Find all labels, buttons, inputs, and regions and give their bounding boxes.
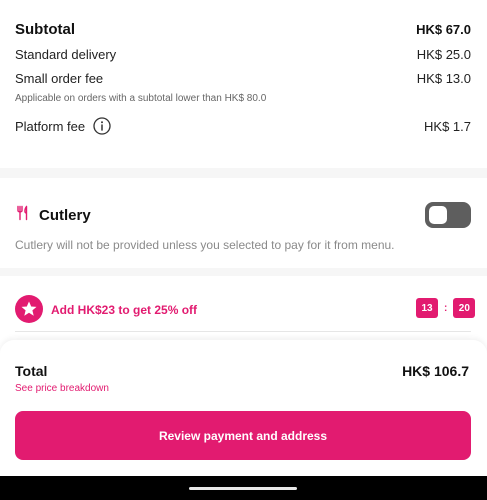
cutlery-icon bbox=[15, 205, 31, 226]
section-divider bbox=[0, 168, 487, 178]
small-order-note: Applicable on orders with a subtotal low… bbox=[15, 93, 267, 104]
price-summary: Subtotal HK$ 67.0 Standard delivery HK$ … bbox=[0, 0, 487, 168]
total-value: HK$ 106.7 bbox=[402, 363, 469, 379]
cutlery-description: Cutlery will not be provided unless you … bbox=[15, 238, 395, 252]
subtotal-value: HK$ 67.0 bbox=[416, 22, 471, 37]
star-icon bbox=[15, 295, 43, 323]
timer-separator: : bbox=[444, 302, 448, 314]
promo-timer: 13 : 20 bbox=[416, 298, 476, 318]
promo-text: Add HK$23 to get 25% off bbox=[51, 303, 198, 317]
price-breakdown-link[interactable]: See price breakdown bbox=[15, 383, 109, 394]
review-payment-button[interactable]: Review payment and address bbox=[15, 411, 471, 460]
small-order-value: HK$ 13.0 bbox=[416, 71, 471, 86]
small-order-row: Small order fee HK$ 13.0 bbox=[15, 71, 471, 86]
delivery-value: HK$ 25.0 bbox=[416, 47, 471, 62]
cutlery-header: Cutlery bbox=[15, 205, 91, 226]
total-label: Total bbox=[15, 363, 48, 379]
small-order-label: Small order fee bbox=[15, 71, 104, 86]
info-icon[interactable] bbox=[93, 117, 111, 135]
promo-banner[interactable]: Add HK$23 to get 25% off 13 : 20 bbox=[0, 276, 487, 332]
divider bbox=[15, 331, 471, 332]
subtotal-row: Subtotal HK$ 67.0 bbox=[15, 21, 471, 38]
platform-fee-row: Platform fee HK$ 1.7 bbox=[15, 117, 471, 135]
toggle-knob bbox=[429, 206, 447, 224]
platform-fee-value: HK$ 1.7 bbox=[424, 118, 471, 134]
platform-fee-label-wrap: Platform fee bbox=[15, 117, 111, 135]
cutlery-section: Cutlery Cutlery will not be provided unl… bbox=[0, 178, 487, 268]
cutlery-toggle[interactable] bbox=[425, 202, 471, 228]
system-navigation-bar bbox=[0, 476, 487, 500]
section-divider bbox=[0, 268, 487, 276]
platform-fee-label: Platform fee bbox=[15, 118, 86, 134]
checkout-footer: Total HK$ 106.7 See price breakdown Revi… bbox=[0, 340, 487, 476]
delivery-row: Standard delivery HK$ 25.0 bbox=[15, 47, 471, 62]
timer-minutes: 13 bbox=[416, 298, 438, 318]
home-indicator[interactable] bbox=[189, 487, 297, 490]
cutlery-title: Cutlery bbox=[39, 207, 91, 224]
delivery-label: Standard delivery bbox=[15, 47, 117, 62]
subtotal-label: Subtotal bbox=[15, 21, 75, 38]
timer-seconds: 20 bbox=[453, 298, 476, 318]
